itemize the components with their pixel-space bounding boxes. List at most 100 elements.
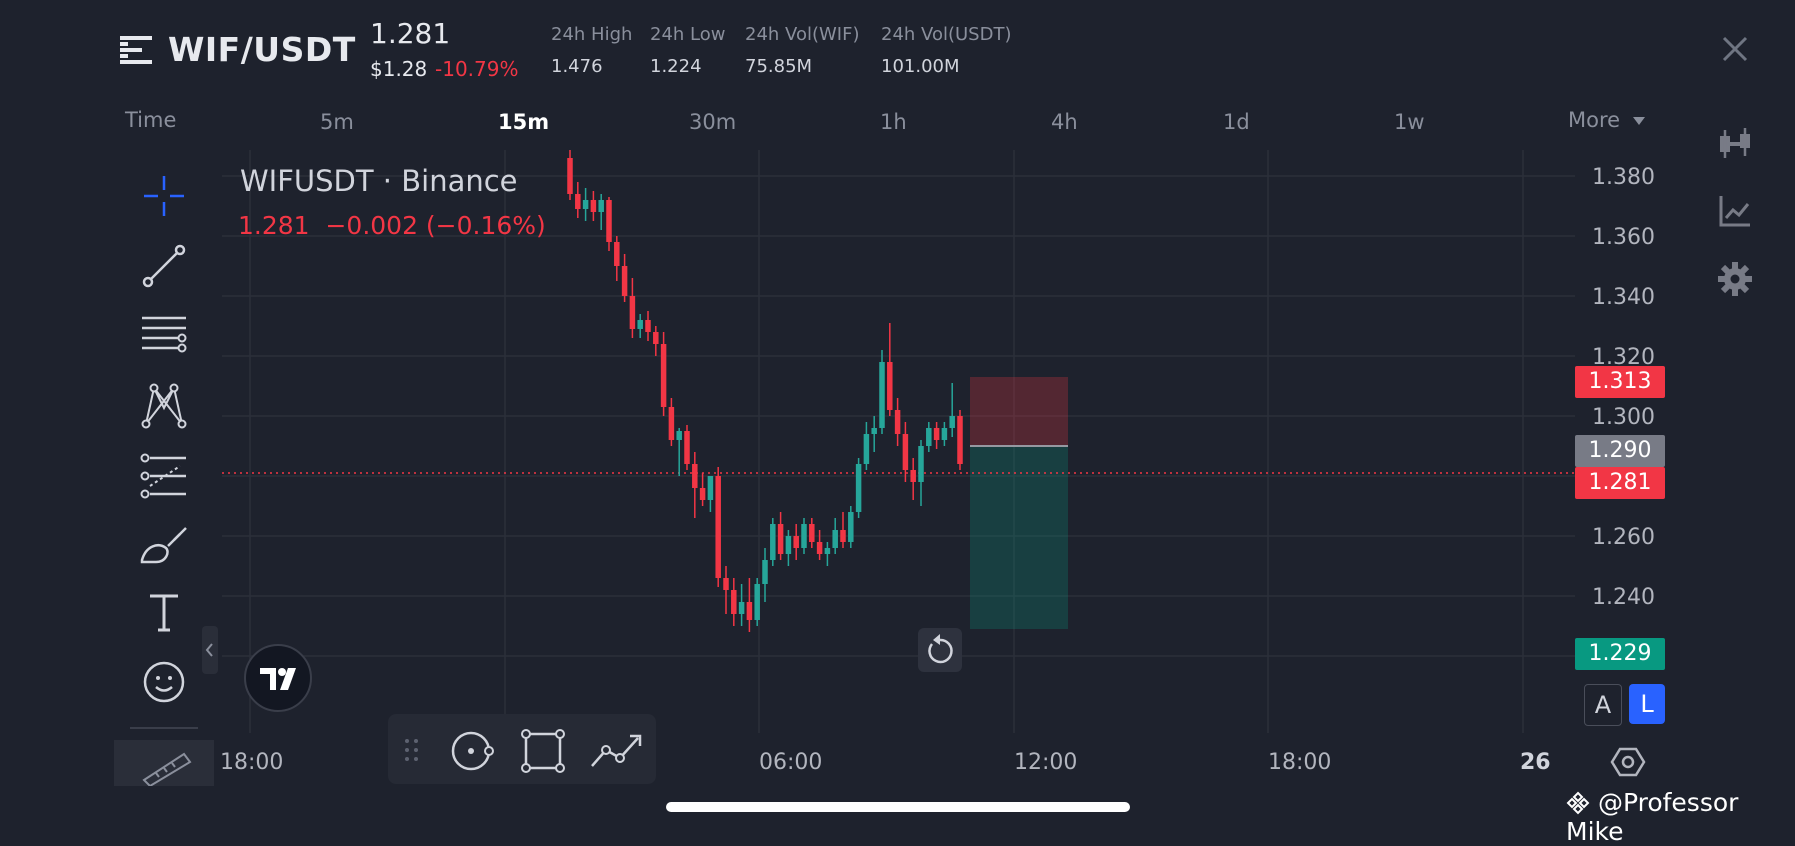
candle-body	[785, 536, 792, 554]
crosshair-icon[interactable]	[136, 168, 192, 224]
candle-body	[676, 431, 682, 440]
stat-vol-base-label: 24h Vol(WIF)	[745, 24, 860, 45]
candle-body	[598, 200, 604, 212]
entry-price-tag: 1.290	[1575, 435, 1665, 467]
collapse-toolbar-button[interactable]	[202, 626, 218, 674]
candle-body	[606, 200, 612, 242]
candle-body	[933, 428, 940, 440]
home-indicator	[666, 802, 1130, 812]
menu-icon[interactable]	[120, 34, 152, 66]
binance-logo-icon	[1566, 791, 1590, 815]
horizontal-lines-icon[interactable]	[136, 308, 192, 364]
price-axis-label: 1.300	[1592, 405, 1655, 430]
candle-body	[614, 242, 620, 266]
candle-body	[777, 524, 784, 554]
candle-body	[824, 548, 831, 554]
drag-handle-icon[interactable]	[402, 736, 422, 764]
chart-properties-icon[interactable]	[1610, 744, 1646, 780]
candle-type-icon[interactable]	[1716, 126, 1754, 164]
more-dropdown[interactable]: More	[1568, 108, 1645, 132]
candle-body	[879, 362, 885, 428]
more-label: More	[1568, 108, 1621, 132]
candle-body	[692, 464, 698, 488]
candle-body	[653, 332, 659, 344]
candle-body	[894, 410, 901, 434]
price-usd: $1.28	[370, 57, 428, 81]
candle-body	[738, 602, 745, 614]
emoji-icon[interactable]	[136, 654, 192, 710]
candle-body	[855, 464, 862, 512]
candle-body	[941, 428, 948, 440]
candle-body	[590, 200, 597, 212]
caret-down-icon	[1632, 117, 1645, 125]
candle-body	[723, 578, 729, 590]
stat-low-label: 24h Low	[650, 24, 726, 45]
rotate-icon	[928, 634, 953, 664]
tab-1w[interactable]: 1w	[1394, 110, 1425, 134]
last-price: 1.281	[370, 17, 451, 50]
candle-body	[770, 524, 776, 560]
fib-retracement-icon[interactable]	[136, 448, 192, 504]
auto-scale-button[interactable]: A	[1584, 684, 1622, 726]
candle-body	[863, 434, 870, 464]
candle-body	[910, 470, 916, 482]
candle-body	[754, 584, 760, 620]
current-price-tag: 1.281	[1575, 467, 1665, 499]
close-icon[interactable]	[1716, 30, 1754, 68]
time-axis-label: 06:00	[759, 750, 822, 775]
price-axis-label: 1.240	[1592, 585, 1655, 610]
candle-body	[871, 428, 877, 434]
candle-body	[575, 194, 581, 209]
candle-body	[746, 602, 753, 620]
candle-body	[699, 488, 706, 500]
candle-body	[707, 476, 714, 500]
ruler-button[interactable]	[114, 740, 214, 788]
rectangle-tool-icon[interactable]	[520, 728, 566, 774]
tab-1d[interactable]: 1d	[1223, 110, 1250, 134]
circle-tool-icon[interactable]	[450, 728, 496, 774]
candle-body	[637, 320, 643, 329]
stat-vol-base-value: 75.85M	[745, 56, 813, 77]
price-axis-label: 1.260	[1592, 525, 1655, 550]
ruler-icon	[142, 752, 192, 788]
candle-body	[801, 524, 807, 548]
stop-zone	[970, 377, 1068, 446]
target-price-tag: 1.229	[1575, 638, 1665, 670]
text-tool-icon[interactable]	[136, 584, 192, 640]
stat-high-value: 1.476	[551, 56, 603, 77]
tab-30m[interactable]: 30m	[689, 110, 736, 134]
pattern-icon[interactable]	[136, 378, 192, 434]
chart-legend-values: 1.281 −0.002 (−0.16%)	[238, 211, 546, 240]
time-label: Time	[125, 108, 177, 132]
candle-body	[918, 446, 924, 482]
candle-body	[832, 530, 838, 548]
stat-low-value: 1.224	[650, 56, 702, 77]
pair-title[interactable]: WIF/USDT	[168, 30, 356, 69]
stop-price-tag: 1.313	[1575, 366, 1665, 398]
tab-4h[interactable]: 4h	[1051, 110, 1078, 134]
trend-line-icon[interactable]	[136, 238, 192, 294]
indicators-icon[interactable]	[1716, 192, 1754, 230]
price-axis-label: 1.380	[1592, 165, 1655, 190]
candle-body	[840, 530, 846, 542]
path-tool-icon[interactable]	[588, 728, 644, 774]
candle-body	[887, 362, 893, 410]
tab-15m[interactable]: 15m	[498, 110, 549, 134]
candle-body	[793, 536, 799, 548]
time-axis-label: 18:00	[1268, 750, 1331, 775]
chevron-left-icon	[205, 643, 213, 657]
tradingview-icon	[260, 668, 296, 690]
tab-5m[interactable]: 5m	[320, 110, 354, 134]
reset-chart-button[interactable]	[918, 628, 962, 672]
candle-body	[816, 542, 823, 554]
candle-body	[715, 476, 721, 578]
candle-body	[668, 407, 675, 440]
candle-body	[567, 158, 573, 194]
tab-1h[interactable]: 1h	[880, 110, 907, 134]
log-scale-button[interactable]: L	[1629, 684, 1665, 724]
stat-vol-quote-value: 101.00M	[881, 56, 960, 77]
brush-icon[interactable]	[136, 518, 192, 574]
settings-gear-icon[interactable]	[1716, 260, 1754, 298]
tradingview-logo	[244, 644, 312, 712]
candle-body	[762, 560, 768, 584]
